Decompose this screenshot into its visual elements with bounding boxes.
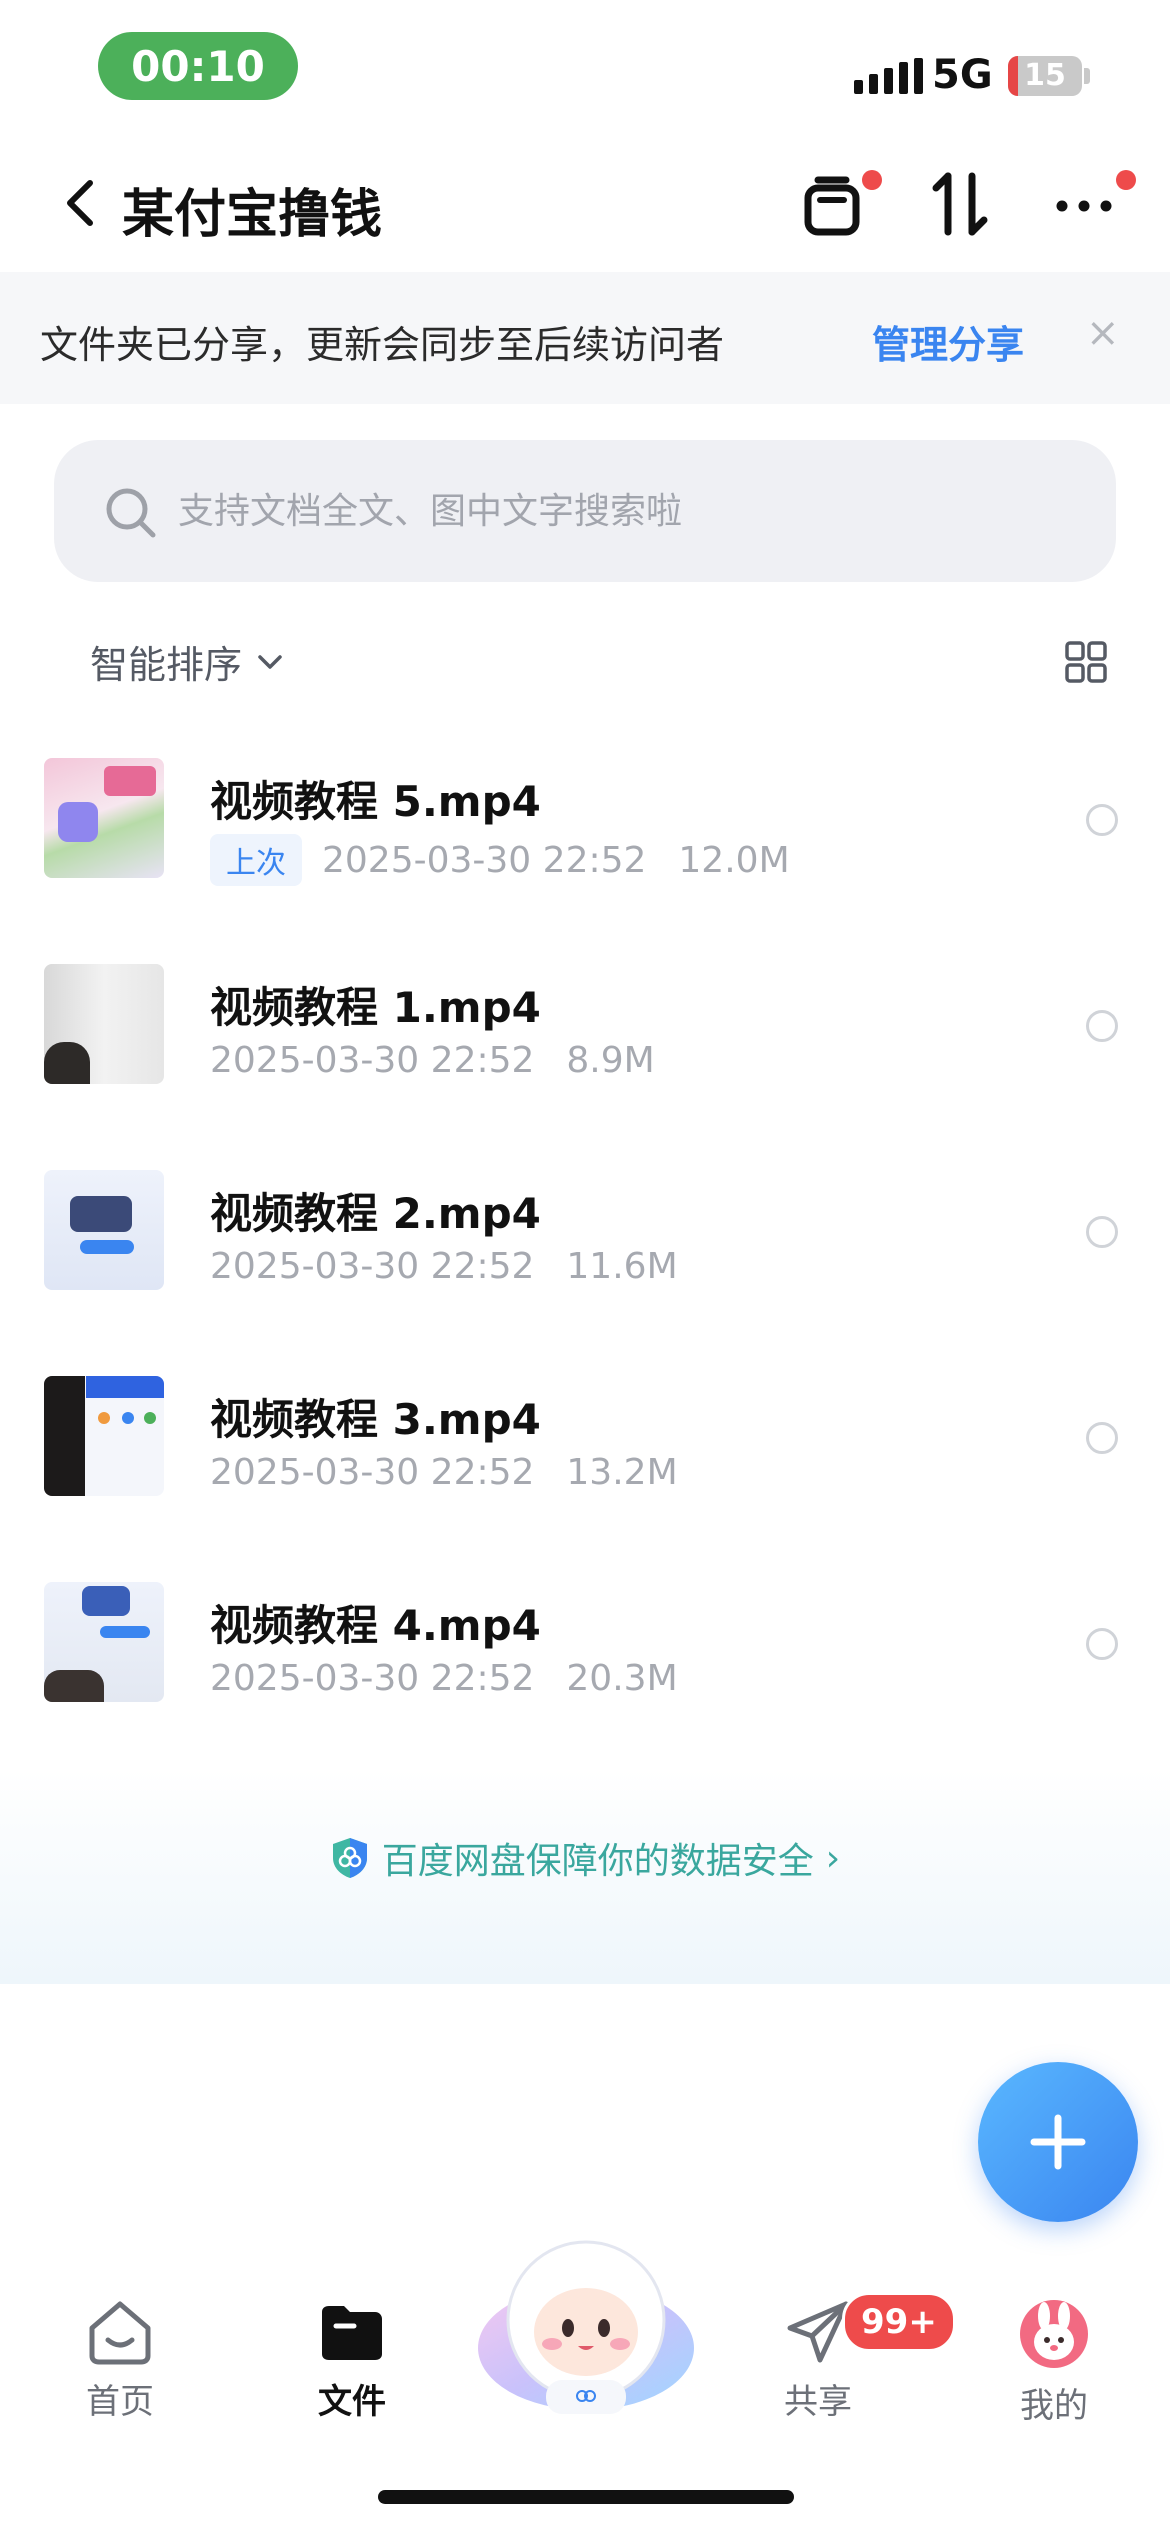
grid-view-button[interactable]	[1064, 640, 1108, 688]
status-time: 00:10	[98, 32, 298, 100]
page-title: 某付宝撸钱	[122, 185, 383, 245]
chevron-down-icon	[258, 654, 282, 669]
nav-me[interactable]: 我的	[974, 2298, 1134, 2427]
file-date: 2025-03-30 22:52	[210, 1246, 535, 1287]
recent-tag: 上次	[210, 834, 302, 886]
notification-dot	[862, 170, 882, 190]
battery-tip	[1084, 68, 1090, 84]
search-icon	[104, 486, 158, 544]
home-indicator	[378, 2490, 794, 2504]
nav-home-label: 首页	[86, 2382, 154, 2422]
search-input[interactable]	[176, 470, 1080, 552]
more-icon	[1056, 200, 1112, 212]
assistant-mascot-button[interactable]	[474, 2232, 698, 2422]
select-radio[interactable]	[1086, 1216, 1118, 1248]
file-size: 11.6M	[566, 1246, 678, 1287]
sort-label: 智能排序	[90, 643, 243, 687]
file-name: 视频教程 3.mp4	[210, 1395, 541, 1444]
nav-share-label: 共享	[784, 2382, 852, 2422]
file-date: 2025-03-30 22:52	[322, 839, 647, 881]
video-thumbnail	[44, 758, 164, 878]
nav-home[interactable]: 首页	[40, 2298, 200, 2423]
add-button[interactable]	[978, 2062, 1138, 2222]
file-row[interactable]: 视频教程 1.mp4 2025-03-30 22:52 8.9M	[0, 928, 1170, 1134]
file-size: 8.9M	[566, 1040, 655, 1081]
manage-share-link[interactable]: 管理分享	[872, 314, 1024, 369]
trash-icon	[804, 176, 860, 236]
avatar-icon	[1020, 2300, 1088, 2368]
file-name: 视频教程 2.mp4	[210, 1189, 541, 1238]
file-size: 13.2M	[566, 1452, 678, 1493]
video-thumbnail	[44, 1170, 164, 1290]
shield-icon	[332, 1838, 367, 1878]
security-link[interactable]: 百度网盘保障你的数据安全 ›	[0, 1832, 1170, 1884]
file-row[interactable]: 视频教程 2.mp4 2025-03-30 22:52 11.6M	[0, 1134, 1170, 1340]
file-meta: 上次 2025-03-30 22:52 12.0M	[210, 834, 790, 886]
file-row[interactable]: 视频教程 5.mp4 上次 2025-03-30 22:52 12.0M	[0, 722, 1170, 928]
select-radio[interactable]	[1086, 1422, 1118, 1454]
video-thumbnail	[44, 964, 164, 1084]
transfer-icon	[932, 172, 988, 236]
file-name: 视频教程 1.mp4	[210, 983, 541, 1032]
folder-icon	[322, 2306, 382, 2360]
file-date: 2025-03-30 22:52	[210, 1658, 535, 1699]
file-date: 2025-03-30 22:52	[210, 1452, 535, 1493]
select-radio[interactable]	[1086, 1010, 1118, 1042]
more-button[interactable]	[1054, 184, 1114, 232]
transfer-button[interactable]	[930, 170, 990, 242]
file-meta: 2025-03-30 22:52 20.3M	[210, 1658, 678, 1699]
select-radio[interactable]	[1086, 1628, 1118, 1660]
nav-files[interactable]: 文件	[272, 2298, 432, 2423]
notification-dot	[1116, 170, 1136, 190]
chevron-right-icon: ›	[825, 1837, 841, 1879]
file-name: 视频教程 5.mp4	[210, 777, 541, 826]
file-size: 12.0M	[678, 839, 790, 881]
nav-me-label: 我的	[1020, 2386, 1088, 2426]
file-date: 2025-03-30 22:52	[210, 1040, 535, 1081]
battery-level: 15	[1024, 58, 1066, 93]
share-badge: 99+	[842, 2292, 956, 2352]
file-name: 视频教程 4.mp4	[210, 1601, 541, 1650]
battery-icon: 15	[1008, 56, 1082, 96]
file-meta: 2025-03-30 22:52 11.6M	[210, 1246, 678, 1287]
banner-text: 文件夹已分享，更新会同步至后续访问者	[40, 323, 725, 367]
file-meta: 2025-03-30 22:52 13.2M	[210, 1452, 678, 1493]
signal-icon	[854, 58, 923, 94]
sort-dropdown[interactable]: 智能排序	[90, 634, 284, 689]
home-icon	[89, 2301, 151, 2365]
security-text: 百度网盘保障你的数据安全	[381, 1841, 814, 1882]
trash-button[interactable]	[800, 170, 864, 242]
file-meta: 2025-03-30 22:52 8.9M	[210, 1040, 655, 1081]
network-type: 5G	[932, 52, 993, 98]
mascot-icon	[478, 2240, 694, 2414]
chevron-left-icon	[67, 180, 93, 226]
file-row[interactable]: 视频教程 4.mp4 2025-03-30 22:52 20.3M	[0, 1546, 1170, 1752]
file-size: 20.3M	[566, 1658, 678, 1699]
video-thumbnail	[44, 1582, 164, 1702]
select-radio[interactable]	[1086, 804, 1118, 836]
file-row[interactable]: 视频教程 3.mp4 2025-03-30 22:52 13.2M	[0, 1340, 1170, 1546]
back-button[interactable]	[62, 175, 98, 235]
grid-view-icon	[1065, 641, 1107, 683]
video-thumbnail	[44, 1376, 164, 1496]
close-icon[interactable]: ×	[1086, 310, 1120, 356]
plus-icon	[1030, 2114, 1086, 2170]
nav-files-label: 文件	[318, 2382, 386, 2422]
